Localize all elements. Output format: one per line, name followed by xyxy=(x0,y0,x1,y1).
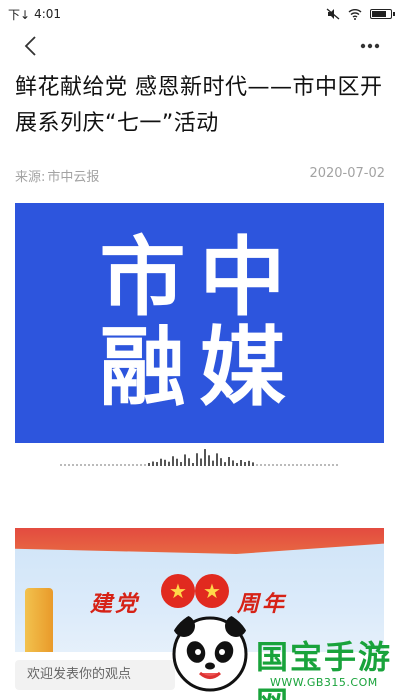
waveform-bar xyxy=(108,464,110,466)
waveform-bar xyxy=(328,464,330,466)
waveform-bar xyxy=(260,464,262,466)
waveform-bar xyxy=(76,464,78,466)
waveform-bar xyxy=(72,464,74,466)
more-dots-icon[interactable] xyxy=(358,34,382,58)
waveform-bar xyxy=(68,464,70,466)
waveform-bar xyxy=(148,463,150,466)
waveform-bar xyxy=(220,458,222,466)
waveform-bar xyxy=(208,455,210,466)
waveform-bar xyxy=(216,453,218,466)
source-label: 来源: xyxy=(15,170,46,185)
article-meta: 来源: 市中云报 2020-07-02 xyxy=(15,166,385,185)
waveform-bar xyxy=(88,464,90,466)
waveform-bar xyxy=(248,460,250,466)
waveform-bar xyxy=(84,464,86,466)
waveform-bar xyxy=(112,464,114,466)
watermark-brand: 国宝手游网 xyxy=(256,638,393,700)
battery-icon xyxy=(370,9,395,19)
waveform-bar xyxy=(104,464,106,466)
status-bar: 下↓ 4:01 xyxy=(0,0,400,28)
waveform-bar xyxy=(252,462,254,466)
waveform-bar xyxy=(120,464,122,466)
waveform-bar xyxy=(288,464,290,466)
waveform-bar xyxy=(164,459,166,466)
banner-text: 市中 融媒 xyxy=(99,228,300,418)
anniversary-caption-start: 建党 xyxy=(90,591,141,616)
waveform-bar xyxy=(144,464,146,466)
waveform-bar xyxy=(296,464,298,466)
carrier-indicator: 下↓ xyxy=(8,7,31,22)
waveform-bar xyxy=(244,462,246,466)
waveform-bar xyxy=(276,464,278,466)
watermark: 国宝手游网 WWW.GB315.COM xyxy=(160,598,400,700)
panda-logo-icon xyxy=(172,615,248,692)
waveform-bar xyxy=(332,464,334,466)
wifi-icon xyxy=(348,9,362,20)
chevron-left-icon[interactable] xyxy=(20,34,44,58)
waveform-bar xyxy=(284,464,286,466)
waveform-bar xyxy=(188,458,190,466)
watermark-url: WWW.GB315.COM xyxy=(270,676,378,689)
waveform-bar xyxy=(300,464,302,466)
publish-date: 2020-07-02 xyxy=(309,166,385,181)
waveform-bar xyxy=(196,453,198,466)
waveform-bar xyxy=(292,464,294,466)
waveform-bar xyxy=(176,458,178,466)
waveform-bar xyxy=(324,464,326,466)
waveform-bar xyxy=(308,464,310,466)
waveform-bar xyxy=(132,464,134,466)
waveform-bar xyxy=(124,464,126,466)
waveform-bar xyxy=(228,457,230,466)
waveform-bar xyxy=(236,463,238,466)
waveform-bar xyxy=(240,460,242,466)
top-nav xyxy=(0,28,400,64)
mute-icon xyxy=(326,8,340,20)
waveform-bar xyxy=(304,464,306,466)
waveform-bar xyxy=(96,464,98,466)
waveform-bar xyxy=(200,458,202,466)
article-title: 鲜花献给党 感恩新时代——市中区开展系列庆“七一”活动 xyxy=(15,75,383,136)
waveform-bar xyxy=(152,461,154,466)
waveform-bar xyxy=(336,464,338,466)
waveform-bar xyxy=(140,464,142,466)
waveform-bar xyxy=(136,464,138,466)
battery-fill xyxy=(372,11,387,17)
red-ribbon xyxy=(15,528,384,554)
waveform-bar xyxy=(320,464,322,466)
waveform-bar xyxy=(172,456,174,466)
waveform-bar xyxy=(100,464,102,466)
waveform-bar xyxy=(128,464,130,466)
waveform-bar xyxy=(160,458,162,466)
waveform-bar xyxy=(204,449,206,466)
waveform-bar xyxy=(60,464,62,466)
waveform-bar xyxy=(316,464,318,466)
waveform-bar xyxy=(184,454,186,466)
waveform-bar xyxy=(268,464,270,466)
waveform-bar xyxy=(156,462,158,466)
clock: 4:01 xyxy=(34,7,62,21)
source-name[interactable]: 市中云报 xyxy=(47,166,99,185)
waveform-bar xyxy=(272,464,274,466)
waveform-bar xyxy=(256,464,258,466)
audio-waveform-icon[interactable] xyxy=(60,448,340,468)
waveform-bar xyxy=(192,463,194,466)
waveform-bar xyxy=(280,464,282,466)
comment-input[interactable]: 欢迎发表你的观点 xyxy=(15,660,175,690)
waveform-bar xyxy=(116,464,118,466)
waveform-bar xyxy=(180,462,182,466)
waveform-bar xyxy=(80,464,82,466)
waveform-bar xyxy=(92,464,94,466)
waveform-bar xyxy=(212,460,214,466)
waveform-bar xyxy=(168,461,170,466)
waveform-bar xyxy=(264,464,266,466)
waveform-bar xyxy=(232,460,234,466)
waveform-bar xyxy=(312,464,314,466)
waveform-bar xyxy=(224,462,226,466)
banner-image: 市中 融媒 xyxy=(15,203,384,443)
waveform-bar xyxy=(64,464,66,466)
